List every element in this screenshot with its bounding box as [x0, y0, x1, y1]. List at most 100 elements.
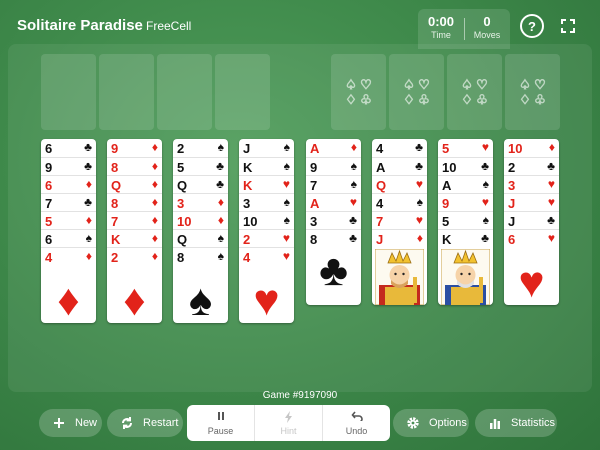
foundation-suit-icon: ♧ — [476, 91, 489, 107]
card[interactable]: 6 ♥ — [504, 229, 559, 247]
foundation-1[interactable]: ♤ ♡ ♢ ♧ — [331, 54, 386, 130]
app-title: Solitaire Paradise — [17, 17, 143, 34]
card[interactable]: A ♠ — [438, 175, 493, 193]
tableau-column-5[interactable]: A ♦ 9 ♠ 7 ♠ A ♥ 3 ♣ 8 ♣ ♣ — [306, 139, 361, 305]
card[interactable]: 9 ♠ — [306, 157, 361, 175]
card[interactable]: 2 ♠ — [173, 139, 228, 157]
card[interactable]: A ♣ — [372, 157, 427, 175]
card[interactable]: 9 ♦ — [107, 139, 162, 157]
card[interactable]: 3 ♥ — [504, 175, 559, 193]
card-rank: 4 — [45, 250, 53, 265]
card[interactable]: 3 ♠ — [239, 193, 294, 211]
card-rank: 3 — [310, 214, 318, 229]
card[interactable]: K ♠ — [239, 157, 294, 175]
card[interactable]: 9 ♥ — [438, 193, 493, 211]
fullscreen-button[interactable] — [556, 14, 580, 38]
card[interactable]: 6 ♣ — [41, 139, 96, 157]
card[interactable]: 5 ♠ — [438, 211, 493, 229]
card[interactable]: 10 ♣ — [438, 157, 493, 175]
help-button[interactable]: ? — [520, 14, 544, 38]
card-suit-icon: ♠ — [283, 195, 290, 209]
card[interactable]: 8 ♣ — [306, 229, 361, 247]
card[interactable]: A ♦ — [306, 139, 361, 157]
card[interactable]: 9 ♣ — [41, 157, 96, 175]
tableau-column-4[interactable]: J ♠ K ♠ K ♥ 3 ♠ 10 ♠ 2 ♥ 4 ♥ ♥ — [239, 139, 294, 323]
foundation-suit-icon: ♡ — [476, 76, 489, 92]
free-cell-2[interactable] — [99, 54, 154, 130]
card[interactable]: 2 ♥ — [239, 229, 294, 247]
card[interactable]: 7 ♥ — [372, 211, 427, 229]
card[interactable]: J ♠ — [239, 139, 294, 157]
statistics-button[interactable]: Statistics — [475, 409, 557, 437]
card[interactable]: A ♥ — [306, 193, 361, 211]
card[interactable]: 7 ♦ — [107, 211, 162, 229]
foundation-2[interactable]: ♤ ♡ ♢ ♧ — [389, 54, 444, 130]
card[interactable]: Q ♣ — [173, 175, 228, 193]
card[interactable]: K ♥ — [239, 175, 294, 193]
free-cell-3[interactable] — [157, 54, 212, 130]
card-suit-icon: ♦ — [151, 249, 158, 263]
card[interactable]: 2 ♦ — [107, 247, 162, 265]
card[interactable]: 3 ♦ — [173, 193, 228, 211]
card[interactable]: 5 ♥ — [438, 139, 493, 157]
card[interactable]: J ♦ — [372, 229, 427, 247]
header: Solitaire Paradise FreeCell 0:00 Time 0 … — [0, 0, 600, 49]
card[interactable]: 5 ♦ — [41, 211, 96, 229]
card[interactable]: Q ♠ — [173, 229, 228, 247]
suit-pip-icon: ♦ — [57, 276, 80, 323]
card-rank: 9 — [111, 141, 119, 156]
card[interactable]: J ♥ — [504, 193, 559, 211]
card[interactable]: J ♣ — [504, 211, 559, 229]
pause-button[interactable]: Pause — [187, 405, 254, 441]
new-game-label: New — [75, 417, 98, 429]
tableau-column-1[interactable]: 6 ♣ 9 ♣ 6 ♦ 7 ♣ 5 ♦ 6 ♠ 4 ♦ ♦ — [41, 139, 96, 323]
card[interactable]: 4 ♥ — [239, 247, 294, 265]
card[interactable]: 4 ♠ — [372, 193, 427, 211]
card[interactable]: 8 ♦ — [107, 157, 162, 175]
card[interactable]: 4 ♣ — [372, 139, 427, 157]
card-rank: 4 — [243, 250, 251, 265]
card[interactable]: 10 ♦ — [504, 139, 559, 157]
free-cell-4[interactable] — [215, 54, 270, 130]
card-suit-icon: ♠ — [217, 231, 224, 245]
card[interactable]: K ♦ — [107, 229, 162, 247]
card[interactable]: 3 ♣ — [306, 211, 361, 229]
undo-button[interactable]: Undo — [322, 405, 390, 441]
card[interactable]: 6 ♦ — [41, 175, 96, 193]
card-rank: Q — [177, 178, 188, 193]
foundation-4[interactable]: ♤ ♡ ♢ ♧ — [505, 54, 560, 130]
card[interactable]: 10 ♦ — [173, 211, 228, 229]
card[interactable]: 5 ♣ — [173, 157, 228, 175]
tableau-column-7[interactable]: 5 ♥ 10 ♣ A ♠ 9 ♥ 5 ♠ K ♣ — [438, 139, 493, 305]
options-button[interactable]: Options — [393, 409, 469, 437]
card[interactable]: 8 ♦ — [107, 193, 162, 211]
card[interactable]: Q ♥ — [372, 175, 427, 193]
card-suit-icon: ♥ — [547, 231, 555, 245]
tableau-column-2[interactable]: 9 ♦ 8 ♦ Q ♦ 8 ♦ 7 ♦ K ♦ 2 ♦ ♦ — [107, 139, 162, 323]
card-suit-icon: ♥ — [547, 195, 555, 209]
new-game-button[interactable]: New — [39, 409, 102, 437]
undo-label: Undo — [345, 426, 368, 436]
hint-button[interactable]: Hint — [254, 405, 322, 441]
restart-button[interactable]: Restart — [107, 409, 183, 437]
pause-label: Pause — [207, 426, 234, 436]
card[interactable]: Q ♦ — [107, 175, 162, 193]
card-face — [438, 247, 493, 305]
card-suit-icon: ♠ — [350, 159, 357, 173]
card-face — [372, 247, 427, 305]
tableau-column-8[interactable]: 10 ♦ 2 ♣ 3 ♥ J ♥ J ♣ 6 ♥ ♥ — [504, 139, 559, 305]
card[interactable]: 8 ♠ — [173, 247, 228, 265]
tableau-column-6[interactable]: 4 ♣ A ♣ Q ♥ 4 ♠ 7 ♥ J ♦ — [372, 139, 427, 305]
card[interactable]: 6 ♠ — [41, 229, 96, 247]
card-suit-icon: ♥ — [349, 195, 357, 209]
tableau-column-3[interactable]: 2 ♠ 5 ♣ Q ♣ 3 ♦ 10 ♦ Q ♠ 8 ♠ ♠ — [173, 139, 228, 323]
card[interactable]: 2 ♣ — [504, 157, 559, 175]
free-cell-1[interactable] — [41, 54, 96, 130]
card-rank: 7 — [376, 214, 384, 229]
foundation-3[interactable]: ♤ ♡ ♢ ♧ — [447, 54, 502, 130]
card[interactable]: 7 ♣ — [41, 193, 96, 211]
card[interactable]: 10 ♠ — [239, 211, 294, 229]
card[interactable]: K ♣ — [438, 229, 493, 247]
card[interactable]: 4 ♦ — [41, 247, 96, 265]
card[interactable]: 7 ♠ — [306, 175, 361, 193]
